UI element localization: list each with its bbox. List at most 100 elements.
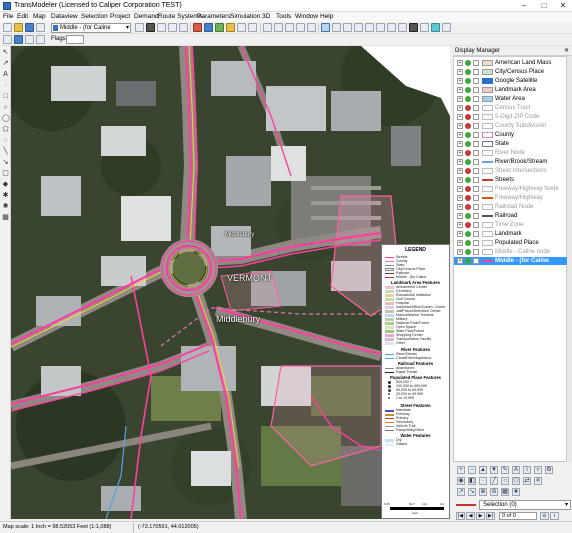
visibility-on-icon[interactable] (465, 240, 471, 246)
menu-file[interactable]: File (3, 13, 13, 21)
globe-icon[interactable] (296, 23, 305, 32)
layer-dropdown[interactable]: Middle - (for Caline ▾ (51, 23, 131, 33)
expand-icon[interactable]: + (457, 69, 463, 75)
hand-icon[interactable] (307, 23, 316, 32)
menu-tools[interactable]: Tools (276, 13, 291, 21)
polygon-tool-icon[interactable]: ⬠ (2, 126, 9, 133)
layer-row[interactable]: + Landmark (454, 230, 567, 238)
select-by-polygon-icon[interactable]: ⬠ (512, 477, 520, 485)
layer-row[interactable]: + Census Tract (454, 104, 567, 112)
expand-icon[interactable]: + (457, 258, 463, 264)
expand-icon[interactable]: + (457, 87, 463, 93)
selection-tool-a-icon[interactable]: ↗ (457, 488, 465, 496)
text-tool-icon[interactable]: A (2, 71, 9, 78)
expand-icon[interactable]: + (457, 204, 463, 210)
legend-icon[interactable] (420, 23, 429, 32)
layer-checkbox[interactable] (473, 69, 479, 75)
layer-checkbox[interactable] (473, 96, 479, 102)
redo-icon[interactable] (274, 23, 283, 32)
expand-icon[interactable]: + (457, 177, 463, 183)
layer-checkbox[interactable] (473, 168, 479, 174)
add-layer-icon[interactable]: + (457, 466, 465, 474)
arrow-tool-icon[interactable]: ↘ (2, 159, 9, 166)
layer-row[interactable]: + Landmark Area (454, 86, 567, 94)
selection-tool-f-icon[interactable]: ★ (512, 488, 520, 496)
expand-icon[interactable]: + (457, 195, 463, 201)
zoom-previous-icon[interactable] (376, 23, 385, 32)
layer-row[interactable]: + Railroad (454, 212, 567, 220)
layer-checkbox[interactable] (473, 159, 479, 165)
open-folder-icon[interactable] (14, 23, 23, 32)
layer-checkbox[interactable] (473, 249, 479, 255)
minimize-icon[interactable]: – (514, 0, 534, 12)
layer-checkbox[interactable] (473, 177, 479, 183)
visibility-off-icon[interactable] (465, 114, 471, 120)
expand-icon[interactable]: + (457, 114, 463, 120)
visibility-on-icon[interactable] (465, 141, 471, 147)
layer-checkbox[interactable] (473, 123, 479, 129)
menu-3d[interactable]: 3D (262, 13, 270, 21)
rectangle-tool-icon[interactable]: □ (2, 93, 9, 100)
expand-icon[interactable]: + (457, 231, 463, 237)
move-down-icon[interactable]: ▼ (490, 466, 498, 474)
chart-icon[interactable] (215, 23, 224, 32)
select-tool-icon[interactable]: ↗ (2, 60, 9, 67)
layer-row[interactable]: + County Subdivision (454, 122, 567, 130)
selection-tool-e-icon[interactable]: ▦ (501, 488, 509, 496)
pause-icon[interactable] (25, 35, 34, 44)
layer-checkbox[interactable] (473, 78, 479, 84)
first-record-icon[interactable]: |◀ (456, 512, 465, 520)
expand-icon[interactable]: + (457, 222, 463, 228)
layer-settings-icon[interactable] (135, 23, 144, 32)
layer-row[interactable]: + American Land Mass (454, 59, 567, 67)
layer-checkbox[interactable] (473, 213, 479, 219)
layer-row[interactable]: + Populated Place (454, 239, 567, 247)
expand-icon[interactable]: + (457, 123, 463, 129)
pointer-icon[interactable] (321, 23, 330, 32)
visibility-on-icon[interactable] (465, 177, 471, 183)
invert-selection-icon[interactable]: ⇄ (523, 477, 531, 485)
copy-icon[interactable] (168, 23, 177, 32)
menu-dataview[interactable]: Dataview (51, 13, 78, 21)
zoom-to-record-icon[interactable]: ⊙ (540, 512, 549, 520)
fill-tool-icon[interactable]: ◆ (2, 181, 9, 188)
menu-project[interactable]: Project (110, 13, 130, 21)
menu-parameters[interactable]: Parameters (197, 13, 231, 21)
remove-layer-icon[interactable]: − (468, 466, 476, 474)
display-manager-scrollbar[interactable] (567, 56, 572, 462)
layer-checkbox[interactable] (473, 240, 479, 246)
layer-row[interactable]: + State (454, 140, 567, 148)
visibility-on-icon[interactable] (465, 213, 471, 219)
selection-tool-c-icon[interactable]: ⊕ (479, 488, 487, 496)
menu-window[interactable]: Window (295, 13, 318, 21)
visibility-off-icon[interactable] (465, 195, 471, 201)
layer-row[interactable]: + Middle - Caline node (454, 248, 567, 256)
expand-icon[interactable]: + (457, 78, 463, 84)
layer-checkbox[interactable] (473, 105, 479, 111)
layer-row-selected[interactable]: + Middle - (for Caline (454, 257, 567, 265)
visibility-on-icon[interactable] (465, 231, 471, 237)
image-tool-icon[interactable]: ▦ (2, 214, 9, 221)
select-by-point-icon[interactable]: · (479, 477, 487, 485)
layer-row[interactable]: + River/Brook/Stream (454, 158, 567, 166)
layer-checkbox[interactable] (473, 87, 479, 93)
layer-checkbox[interactable] (473, 132, 479, 138)
expand-icon[interactable]: + (457, 213, 463, 219)
measure-icon[interactable] (387, 23, 396, 32)
visibility-on-icon[interactable] (465, 87, 471, 93)
undo-icon[interactable] (263, 23, 272, 32)
menu-route-systems[interactable]: Route Systems (158, 13, 202, 21)
symbol-tool-icon[interactable]: ✱ (2, 192, 9, 199)
visibility-off-icon[interactable] (465, 150, 471, 156)
layer-checkbox[interactable] (473, 204, 479, 210)
expand-icon[interactable]: + (457, 159, 463, 165)
expand-icon[interactable]: + (457, 150, 463, 156)
layer-checkbox[interactable] (473, 231, 479, 237)
clear-selection-icon[interactable]: ✕ (534, 477, 542, 485)
map-legend[interactable]: LEGEND Streets County State City/Census … (381, 244, 450, 519)
select-by-line-icon[interactable]: ╱ (490, 477, 498, 485)
dataview-icon[interactable] (204, 23, 213, 32)
layer-row[interactable]: +5-Digit ZIP Code (454, 113, 567, 121)
theme-icon[interactable] (248, 23, 257, 32)
freehand-tool-icon[interactable]: ◌ (2, 137, 9, 144)
